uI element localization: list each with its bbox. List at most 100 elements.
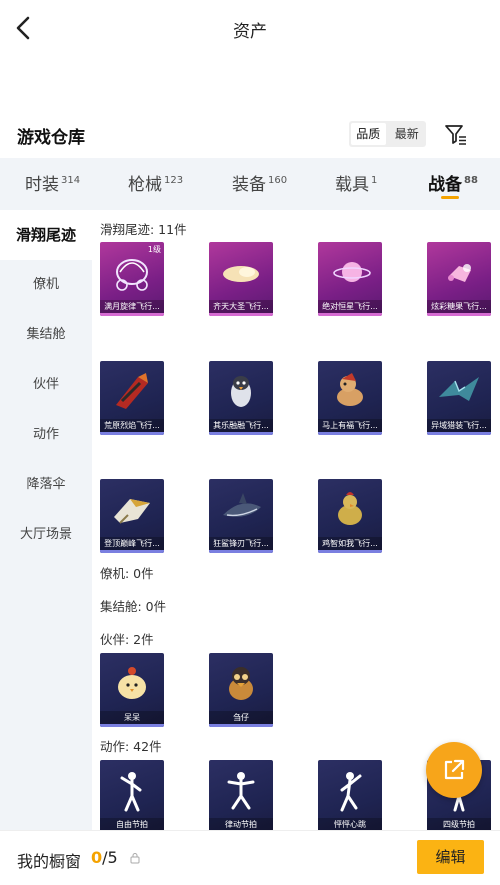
penguin-icon: [231, 376, 251, 407]
sidebar-item-wingman[interactable]: 僚机: [0, 260, 92, 310]
item-name: 炫彩糖果飞行...: [427, 300, 491, 313]
share-external-icon: [444, 759, 465, 780]
sidebar-item-assembly-pod[interactable]: 集结舱: [0, 310, 92, 360]
rarity-bar: [100, 550, 164, 553]
rarity-bar: [318, 432, 382, 435]
tab-label: 枪械: [128, 175, 162, 195]
sidebar-item-parachute[interactable]: 降落伞: [0, 460, 92, 510]
item-name: 异域猎装飞行...: [427, 419, 491, 432]
rarity-bar: [427, 313, 491, 316]
tab-count: 314: [61, 175, 81, 186]
sort-quality-button[interactable]: 品质: [351, 123, 386, 145]
warehouse-title: 游戏仓库: [17, 128, 85, 148]
cloud-icon: [223, 266, 259, 282]
lock-icon: [130, 853, 140, 864]
section-title-wingman: 僚机: 0件: [100, 566, 154, 581]
item-name: 怦怦心跳: [318, 818, 382, 830]
dancer-icon: [340, 772, 362, 812]
shark-icon: [223, 493, 261, 517]
showcase-current: 0: [91, 848, 103, 867]
sort-newest-button[interactable]: 最新: [390, 123, 425, 145]
item-name: 齐天大圣飞行...: [209, 300, 273, 313]
tab-combat-gear[interactable]: 战备 88: [428, 170, 478, 195]
item-name: 马上有福飞行...: [318, 419, 382, 432]
item-card[interactable]: 鸡智如我飞行...: [318, 479, 382, 553]
item-name: 登顶巅峰飞行...: [100, 537, 164, 550]
category-tabs: 时装 314 枪械 123 装备 160 载具 1 战备 88: [0, 158, 500, 210]
tab-count: 123: [164, 175, 184, 186]
rarity-bar: [100, 724, 164, 727]
item-name: 自由节拍: [100, 818, 164, 830]
item-name: 荒原烈焰飞行...: [100, 419, 164, 432]
section-title-action: 动作: 42件: [100, 739, 162, 754]
rarity-bar: [209, 724, 273, 727]
carriage-icon: [116, 259, 148, 291]
duck-icon: [229, 667, 253, 700]
item-name: 呆呆: [100, 711, 164, 724]
section-title-glide: 滑翔尾迹: 11件: [100, 222, 187, 237]
planet-icon: [333, 262, 371, 282]
item-card[interactable]: 呆呆: [100, 653, 164, 727]
rarity-bar: [318, 313, 382, 316]
rarity-bar: [427, 432, 491, 435]
tab-vehicles[interactable]: 载具 1: [335, 170, 377, 195]
horse-icon: [337, 373, 363, 406]
item-name: 刍仔: [209, 711, 273, 724]
sidebar-item-lobby-scene[interactable]: 大厅场景: [0, 510, 92, 560]
rarity-bar: [100, 313, 164, 316]
sidebar-item-action[interactable]: 动作: [0, 410, 92, 460]
sidebar-item-glide-trail[interactable]: 滑翔尾迹: [0, 210, 92, 260]
showcase-count: 0/5: [91, 848, 118, 867]
item-card[interactable]: 1级 满月旋律飞行...: [100, 242, 164, 316]
tab-label: 时装: [25, 175, 59, 195]
rarity-bar: [209, 313, 273, 316]
flame-craft-icon: [116, 373, 148, 409]
item-card[interactable]: 炫彩糖果飞行...: [427, 242, 491, 316]
active-tab-indicator: [441, 196, 459, 199]
item-list: 滑翔尾迹: 11件 1级 满月旋律飞行... 齐天大圣飞行... 绝对恒星飞行.…: [92, 210, 500, 830]
tab-fashion[interactable]: 时装 314: [25, 170, 80, 195]
showcase-total: /5: [102, 848, 118, 867]
item-name: 满月旋律飞行...: [100, 300, 164, 313]
item-name: 狂鲨锋刃飞行...: [209, 537, 273, 550]
item-card[interactable]: 狂鲨锋刃飞行...: [209, 479, 273, 553]
tab-count: 88: [464, 175, 478, 186]
tab-firearms[interactable]: 枪械 123: [128, 170, 183, 195]
item-card[interactable]: 其乐融融飞行...: [209, 361, 273, 435]
wing-icon: [439, 377, 479, 401]
item-name: 鸡智如我飞行...: [318, 537, 382, 550]
dancer-icon: [227, 772, 255, 810]
section-title-partner: 伙伴: 2件: [100, 632, 154, 647]
sidebar: 滑翔尾迹 僚机 集结舱 伙伴 动作 降落伞 大厅场景: [0, 210, 92, 830]
tab-count: 160: [268, 175, 288, 186]
item-card[interactable]: 刍仔: [209, 653, 273, 727]
item-card[interactable]: 登顶巅峰飞行...: [100, 479, 164, 553]
item-card[interactable]: 马上有福飞行...: [318, 361, 382, 435]
item-name: 律动节拍: [209, 818, 273, 830]
dancer-icon: [120, 772, 142, 812]
top-bar: 资产: [0, 0, 500, 58]
sidebar-item-partner[interactable]: 伙伴: [0, 360, 92, 410]
edit-button[interactable]: 编辑: [417, 840, 484, 874]
level-badge: 1级: [147, 245, 161, 254]
item-card[interactable]: 齐天大圣飞行...: [209, 242, 273, 316]
showcase-label: 我的橱窗: [17, 852, 82, 871]
item-card[interactable]: 异域猎装飞行...: [427, 361, 491, 435]
item-card[interactable]: 绝对恒星飞行...: [318, 242, 382, 316]
item-card[interactable]: 律动节拍: [209, 760, 273, 830]
section-title-pod: 集结舱: 0件: [100, 599, 167, 614]
tab-label: 战备: [428, 175, 462, 195]
page-title: 资产: [233, 22, 267, 42]
tab-label: 装备: [232, 175, 266, 195]
candy-icon: [448, 264, 471, 282]
jet-icon: [114, 499, 150, 524]
filter-icon[interactable]: [444, 122, 468, 146]
item-card[interactable]: 自由节拍: [100, 760, 164, 830]
item-card[interactable]: 怦怦心跳: [318, 760, 382, 830]
tab-label: 载具: [335, 175, 369, 195]
item-card[interactable]: 荒原烈焰飞行...: [100, 361, 164, 435]
rarity-bar: [209, 432, 273, 435]
tab-equipment[interactable]: 装备 160: [232, 170, 287, 195]
chick-icon: [118, 667, 146, 699]
share-button[interactable]: [426, 742, 482, 798]
